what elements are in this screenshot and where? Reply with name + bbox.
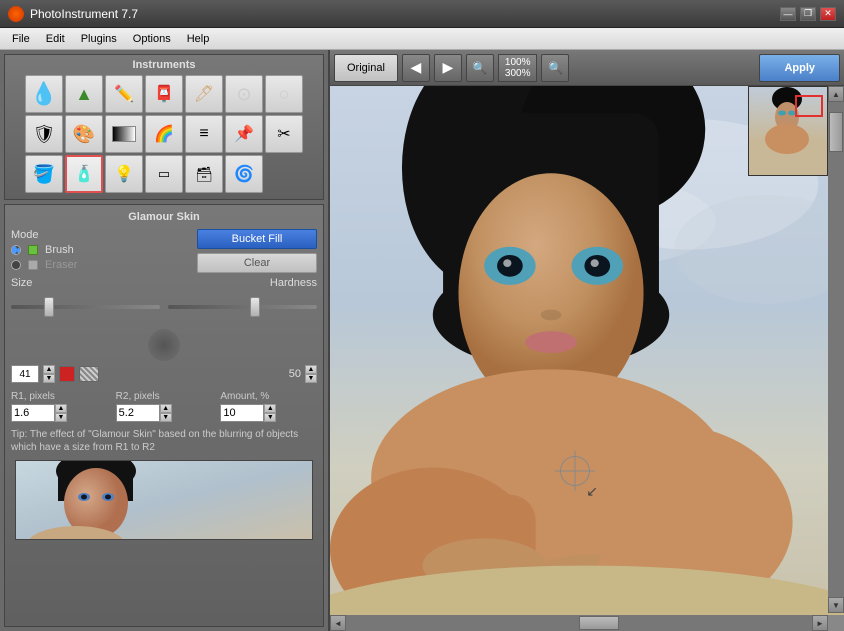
vertical-scrollbar[interactable]: ▲ ▼ <box>828 86 844 613</box>
tool-chest[interactable]: 🗃 <box>185 155 223 193</box>
hardness-label: Hardness <box>168 277 317 289</box>
tool-colorwheel[interactable]: 🎨 <box>65 115 103 153</box>
thumbnail-selection-box <box>795 95 823 117</box>
main-layout: Instruments 💧 ▲ ✏️ 📮 🖊 ⊙ ○ 🛡 🎨 🌈 ≡ <box>0 50 844 631</box>
undo-button[interactable]: ◀ <box>402 54 430 82</box>
scroll-up-arrow[interactable]: ▲ <box>828 86 844 102</box>
brush-label: Brush <box>45 244 74 256</box>
redo-button[interactable]: ▶ <box>434 54 462 82</box>
scroll-down-arrow[interactable]: ▼ <box>828 597 844 613</box>
tool-crop[interactable]: ▲ <box>65 75 103 113</box>
r1-label: R1, pixels <box>11 391 108 402</box>
menu-file[interactable]: File <box>4 31 38 47</box>
tool-circle1[interactable]: ⊙ <box>225 75 263 113</box>
tool-motion[interactable]: 🌀 <box>225 155 263 193</box>
canvas-area[interactable]: ↙ <box>330 86 844 631</box>
size-value: 41 <box>11 365 39 383</box>
menu-help[interactable]: Help <box>179 31 218 47</box>
right-panel: Original ◀ ▶ 🔍 100% 300% 🔍 Apply <box>330 50 844 631</box>
zoom-top: 100% <box>505 57 531 68</box>
original-button[interactable]: Original <box>334 54 398 82</box>
glamour-skin-panel: Glamour Skin Mode Brush Erase <box>4 204 324 627</box>
mode-label: Mode <box>11 229 189 241</box>
tool-rainbow[interactable]: 🌈 <box>145 115 183 153</box>
apply-button[interactable]: Apply <box>759 54 840 82</box>
scroll-left-arrow[interactable]: ◄ <box>330 615 346 631</box>
eraser-label: Eraser <box>45 259 77 271</box>
tool-stamp[interactable]: 📮 <box>145 75 183 113</box>
minimize-button[interactable]: — <box>780 7 796 21</box>
restore-button[interactable]: ❐ <box>800 7 816 21</box>
eraser-radio[interactable] <box>11 260 21 270</box>
close-button[interactable]: ✕ <box>820 7 836 21</box>
size-controls: 41 ▲ ▼ 50 ▲ ▼ <box>11 365 317 383</box>
amount-down[interactable]: ▼ <box>264 413 276 422</box>
app-title: PhotoInstrument 7.7 <box>30 7 780 21</box>
thumbnail-overlay <box>748 86 828 176</box>
tool-bulb[interactable]: 💡 <box>105 155 143 193</box>
tip-text: Tip: The effect of "Glamour Skin" based … <box>11 428 317 454</box>
size-down-arrow[interactable]: ▼ <box>43 374 55 383</box>
tool-scissors[interactable]: ✂ <box>265 115 303 153</box>
app-icon <box>8 6 24 22</box>
r2-up[interactable]: ▲ <box>160 404 172 413</box>
tool-circle2[interactable]: ○ <box>265 75 303 113</box>
tool-pencil[interactable]: ✏️ <box>105 75 143 113</box>
title-bar: PhotoInstrument 7.7 — ❐ ✕ <box>0 0 844 28</box>
pattern-swatch[interactable] <box>79 366 99 382</box>
size-up-arrow[interactable]: ▲ <box>43 365 55 374</box>
scroll-thumb-vertical[interactable] <box>829 112 843 152</box>
bucket-fill-button[interactable]: Bucket Fill <box>197 229 317 249</box>
tool-bucket[interactable]: 🪣 <box>25 155 63 193</box>
thumbnail-preview <box>15 460 313 540</box>
instruments-panel: Instruments 💧 ▲ ✏️ 📮 🖊 ⊙ ○ 🛡 🎨 🌈 ≡ <box>4 54 324 200</box>
amount-up[interactable]: ▲ <box>264 404 276 413</box>
r1-up[interactable]: ▲ <box>55 404 67 413</box>
r2-label: R2, pixels <box>116 391 213 402</box>
size-slider[interactable] <box>11 305 160 309</box>
zoom-bottom: 300% <box>505 68 531 79</box>
brush-radio[interactable] <box>11 245 21 255</box>
amount-input[interactable] <box>220 404 264 422</box>
toolbar: Original ◀ ▶ 🔍 100% 300% 🔍 Apply <box>330 50 844 86</box>
r1-down[interactable]: ▼ <box>55 413 67 422</box>
zoom-display: 100% 300% <box>498 54 538 82</box>
tool-dropper[interactable]: 💧 <box>25 75 63 113</box>
zoom-out-button[interactable]: 🔍 <box>541 54 569 82</box>
r2-input[interactable] <box>116 404 160 422</box>
hardness-up-arrow[interactable]: ▲ <box>305 365 317 374</box>
hardness-slider[interactable] <box>168 305 317 309</box>
hardness-down-arrow[interactable]: ▼ <box>305 374 317 383</box>
brush-preview <box>11 329 317 361</box>
tool-lines[interactable]: ≡ <box>185 115 223 153</box>
size-label: Size <box>11 277 160 289</box>
tool-bottle[interactable]: 🧴 <box>65 155 103 193</box>
r2-down[interactable]: ▼ <box>160 413 172 422</box>
glamour-title: Glamour Skin <box>11 211 317 223</box>
tool-smudge[interactable]: 🖊 <box>185 75 223 113</box>
zoom-in-button[interactable]: 🔍 <box>466 54 494 82</box>
tool-pin[interactable]: 📌 <box>225 115 263 153</box>
tool-gradient[interactable] <box>105 115 143 153</box>
tool-eraser[interactable]: ▭ <box>145 155 183 193</box>
scroll-right-arrow[interactable]: ► <box>812 615 828 631</box>
scroll-thumb-horizontal[interactable] <box>579 616 619 630</box>
scroll-corner <box>828 615 844 631</box>
params-row: R1, pixels ▲ ▼ R2, pixels ▲ <box>11 391 317 422</box>
horizontal-scrollbar[interactable]: ◄ ► <box>330 615 828 631</box>
hardness-value: 50 <box>289 368 301 380</box>
menu-bar: File Edit Plugins Options Help <box>0 28 844 50</box>
menu-options[interactable]: Options <box>125 31 179 47</box>
left-panel: Instruments 💧 ▲ ✏️ 📮 🖊 ⊙ ○ 🛡 🎨 🌈 ≡ <box>0 50 330 631</box>
menu-edit[interactable]: Edit <box>38 31 73 47</box>
instruments-title: Instruments <box>9 59 319 71</box>
r1-input[interactable] <box>11 404 55 422</box>
clear-button[interactable]: Clear <box>197 253 317 273</box>
tool-shield[interactable]: 🛡 <box>25 115 63 153</box>
menu-plugins[interactable]: Plugins <box>73 31 125 47</box>
color-swatch-red[interactable] <box>59 366 75 382</box>
amount-label: Amount, % <box>220 391 317 402</box>
